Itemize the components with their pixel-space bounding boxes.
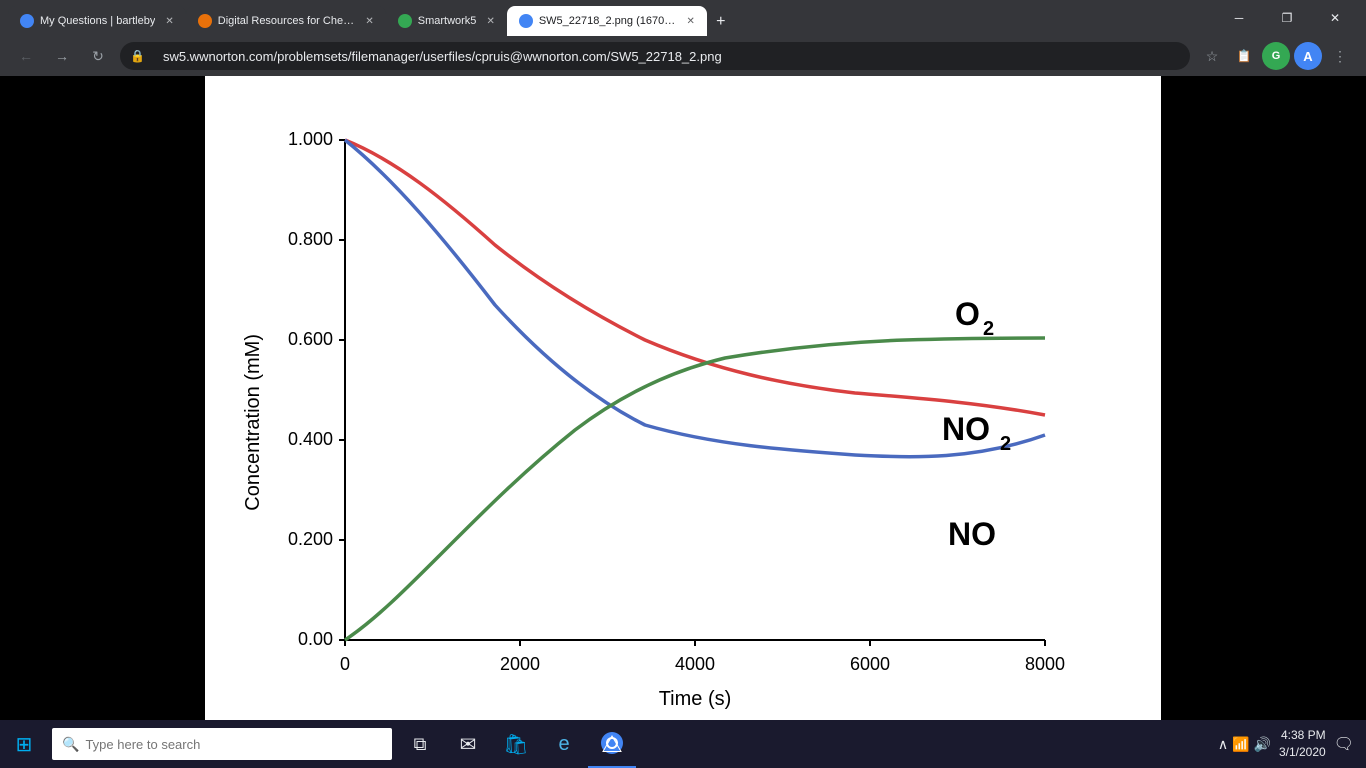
tab-label-bartleby: My Questions | bartleby <box>40 15 155 27</box>
svg-text:4000: 4000 <box>674 654 714 674</box>
x-axis-label: Time (s) <box>658 688 731 710</box>
taskbar-right: ∧ 📶 🔊 4:38 PM 3/1/2020 🗨 <box>1218 727 1366 761</box>
close-button[interactable]: ✕ <box>1312 0 1358 36</box>
svg-text:2000: 2000 <box>499 654 539 674</box>
address-actions: ☆ 📋 G A ⋮ <box>1198 42 1354 70</box>
task-view-icon: ⧉ <box>414 734 427 755</box>
edge-button[interactable]: e <box>540 720 588 768</box>
svg-text:0: 0 <box>339 654 349 674</box>
no-label: NO <box>948 516 996 552</box>
ext1-button[interactable]: 📋 <box>1230 42 1258 70</box>
tab-label-png: SW5_22718_2.png (1670×1140) <box>539 15 677 27</box>
browser-chrome: My Questions | bartleby ✕ Digital Resour… <box>0 0 1366 76</box>
o2-subscript: 2 <box>983 318 994 340</box>
tray-icons: ∧ 📶 🔊 <box>1218 736 1271 753</box>
o2-curve <box>345 140 1045 415</box>
left-panel <box>0 76 205 768</box>
tab-favicon-png <box>519 14 533 28</box>
chart-svg: 1.000 0.800 0.600 0.400 0.200 0.00 <box>265 130 1095 710</box>
restore-button[interactable]: ❐ <box>1264 0 1310 36</box>
mail-button[interactable]: ✉ <box>444 720 492 768</box>
store-button[interactable]: 🛍 <box>492 720 540 768</box>
search-icon: 🔍 <box>62 736 79 753</box>
chrome-button[interactable] <box>588 720 636 768</box>
tab-png[interactable]: SW5_22718_2.png (1670×1140) ✕ <box>507 6 707 36</box>
mail-icon: ✉ <box>460 732 477 757</box>
menu-button[interactable]: ⋮ <box>1326 42 1354 70</box>
search-input[interactable] <box>85 737 382 752</box>
tab-close-smartwork[interactable]: ✕ <box>486 16 494 27</box>
volume-icon[interactable]: 🔊 <box>1254 736 1271 753</box>
new-tab-button[interactable]: + <box>707 8 735 36</box>
svg-text:0.200: 0.200 <box>287 529 332 549</box>
tab-label-digital: Digital Resources for Chemistry <box>218 15 356 27</box>
svg-text:0.600: 0.600 <box>287 329 332 349</box>
task-view-button[interactable]: ⧉ <box>396 720 444 768</box>
windows-logo: ⊞ <box>16 732 33 757</box>
address-bar: ← → ↻ 🔒 ☆ 📋 G A ⋮ <box>0 36 1366 76</box>
tab-bar: My Questions | bartleby ✕ Digital Resour… <box>8 0 1208 36</box>
edge-icon: e <box>558 733 569 756</box>
tab-close-digital[interactable]: ✕ <box>365 16 373 27</box>
tab-close-bartleby[interactable]: ✕ <box>165 16 173 27</box>
star-button[interactable]: ☆ <box>1198 42 1226 70</box>
tab-digital[interactable]: Digital Resources for Chemistry ✕ <box>186 6 386 36</box>
tab-favicon-smartwork <box>398 14 412 28</box>
svg-text:0.800: 0.800 <box>287 229 332 249</box>
lock-icon: 🔒 <box>130 49 145 63</box>
svg-text:6000: 6000 <box>849 654 889 674</box>
window-controls: ─ ❐ ✕ <box>1216 0 1358 36</box>
clock-date: 3/1/2020 <box>1279 744 1326 761</box>
start-button[interactable]: ⊞ <box>0 720 48 768</box>
tab-smartwork[interactable]: Smartwork5 ✕ <box>386 6 507 36</box>
clock[interactable]: 4:38 PM 3/1/2020 <box>1279 727 1326 761</box>
taskbar-search[interactable]: 🔍 <box>52 728 392 760</box>
svg-text:0.400: 0.400 <box>287 429 332 449</box>
no-curve <box>345 140 1045 457</box>
up-arrow-icon[interactable]: ∧ <box>1218 736 1228 753</box>
chrome-icon <box>601 732 623 754</box>
tab-label-smartwork: Smartwork5 <box>418 15 477 27</box>
svg-text:0.00: 0.00 <box>297 629 332 649</box>
tab-bartleby[interactable]: My Questions | bartleby ✕ <box>8 6 186 36</box>
network-icon[interactable]: 📶 <box>1232 736 1249 753</box>
forward-button[interactable]: → <box>48 42 76 70</box>
taskbar: ⊞ 🔍 ⧉ ✉ 🛍 e ∧ 📶 🔊 4:38 PM 3/1/ <box>0 720 1366 768</box>
no2-subscript: 2 <box>1000 433 1011 455</box>
svg-text:8000: 8000 <box>1024 654 1064 674</box>
o2-label: O <box>955 296 980 332</box>
y-axis-label: Concentration (mM) <box>242 334 265 511</box>
tab-close-png[interactable]: ✕ <box>686 16 694 27</box>
tab-favicon-digital <box>198 14 212 28</box>
tab-favicon-bartleby <box>20 14 34 28</box>
store-icon: 🛍 <box>503 732 528 757</box>
ext2-button[interactable]: G <box>1262 42 1290 70</box>
svg-text:1.000: 1.000 <box>287 130 332 149</box>
title-bar: My Questions | bartleby ✕ Digital Resour… <box>0 0 1366 36</box>
address-input[interactable] <box>151 42 1180 70</box>
content-area: Concentration (mM) 1.000 0.800 <box>0 76 1366 768</box>
clock-time: 4:38 PM <box>1279 727 1326 744</box>
profile-button[interactable]: A <box>1294 42 1322 70</box>
minimize-button[interactable]: ─ <box>1216 0 1262 36</box>
right-panel <box>1161 76 1366 768</box>
no2-label: NO <box>942 411 990 447</box>
notification-icon[interactable]: 🗨 <box>1334 734 1354 754</box>
no2-curve <box>345 338 1045 640</box>
back-button[interactable]: ← <box>12 42 40 70</box>
chart-container: Concentration (mM) 1.000 0.800 <box>205 76 1161 768</box>
reload-button[interactable]: ↻ <box>84 42 112 70</box>
